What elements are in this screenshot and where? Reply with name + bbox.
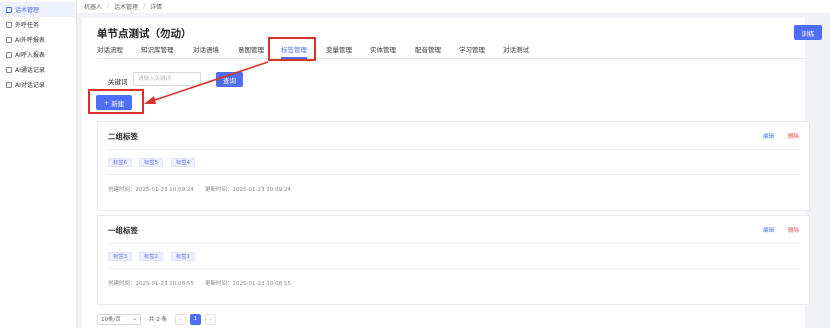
sidebar-item-script-management[interactable]: 话术管理 bbox=[0, 2, 76, 17]
prev-page-button[interactable]: ‹ bbox=[175, 313, 186, 325]
tag-chip: 标签1 bbox=[171, 252, 195, 261]
page-size-value: 10条/页 bbox=[101, 317, 121, 323]
sidebar-item-call-records[interactable]: AI通话记录 bbox=[0, 62, 76, 77]
document-icon bbox=[6, 21, 12, 28]
divider bbox=[107, 243, 800, 244]
edit-link[interactable]: 编辑 bbox=[763, 226, 774, 234]
chevron-down-icon: ⌄ bbox=[132, 316, 137, 322]
breadcrumb-separator: / bbox=[107, 3, 110, 10]
tag-group-card: 一组标签 编辑 删除 标签3 标签2 标签1 创建时间：2025-01-23 1… bbox=[97, 215, 810, 305]
tab-learning-management[interactable]: 学习管理 bbox=[459, 44, 485, 54]
tab-bar: 对话流程 知识库管理 对话语境 意图管理 标签管理 变量管理 实体管理 配音管理… bbox=[97, 41, 805, 59]
tag-chip: 标签3 bbox=[108, 252, 132, 261]
keyword-label: 关键词 bbox=[108, 78, 128, 86]
tab-dialog-test[interactable]: 对话测试 bbox=[503, 44, 529, 54]
page-title: 单节点测试（勿动） bbox=[97, 28, 192, 40]
train-button[interactable]: 训练 bbox=[794, 25, 822, 40]
tab-dialog-flow[interactable]: 对话流程 bbox=[97, 44, 123, 54]
created-time: 创建时间：2025-01-23 10:09:24 bbox=[108, 187, 194, 193]
tab-highlight-box bbox=[268, 37, 316, 61]
sidebar-item-outbound-task[interactable]: 外呼任务 bbox=[0, 17, 76, 32]
tag-group-card: 二组标签 编辑 删除 标签6 标签5 标签4 创建时间：2025-01-23 1… bbox=[97, 121, 810, 211]
delete-link[interactable]: 删除 bbox=[788, 132, 799, 140]
new-button[interactable]: + 新建 bbox=[96, 95, 132, 110]
created-time: 创建时间：2025-01-23 10:08:55 bbox=[108, 281, 194, 287]
document-icon bbox=[6, 6, 12, 13]
divider bbox=[107, 174, 800, 175]
breadcrumb: 机器人 / 话术管理 / 详情 bbox=[77, 0, 830, 14]
tag-group-title: 二组标签 bbox=[108, 132, 138, 141]
sidebar-item-dialog-records[interactable]: AI对话记录 bbox=[0, 77, 76, 92]
document-icon bbox=[6, 51, 12, 58]
document-icon bbox=[6, 36, 12, 43]
current-page[interactable]: 1 bbox=[190, 313, 201, 325]
pagination: 10条/页 ⌄ 共 2 条 ‹ 1 › bbox=[97, 313, 216, 325]
sidebar: 话术管理 外呼任务 AI外呼报表 AI呼入报表 AI通话记录 AI对话记录 bbox=[0, 0, 77, 328]
next-page-button[interactable]: › bbox=[205, 313, 216, 325]
total-count: 共 2 条 bbox=[149, 317, 167, 323]
tab-variable-management[interactable]: 变量管理 bbox=[326, 44, 352, 54]
page-size-select[interactable]: 10条/页 ⌄ bbox=[97, 313, 141, 325]
tag-chip: 标签6 bbox=[108, 158, 132, 167]
new-button-label: 新建 bbox=[111, 99, 125, 108]
delete-link[interactable]: 删除 bbox=[788, 226, 799, 234]
plus-icon: + bbox=[103, 98, 110, 107]
updated-time: 更新时间：2025-01-23 10:09:24 bbox=[205, 187, 291, 193]
tag-chip: 标签4 bbox=[171, 158, 195, 167]
query-button[interactable]: 查询 bbox=[216, 72, 243, 87]
breadcrumb-item[interactable]: 机器人 bbox=[84, 2, 102, 11]
tag-chip: 标签2 bbox=[139, 252, 163, 261]
tab-entity-management[interactable]: 实体管理 bbox=[370, 44, 396, 54]
updated-time: 更新时间：2025-01-23 10:08:55 bbox=[205, 281, 291, 287]
keyword-input[interactable] bbox=[133, 72, 201, 86]
breadcrumb-item[interactable]: 话术管理 bbox=[114, 2, 138, 11]
tab-knowledge-base[interactable]: 知识库管理 bbox=[141, 44, 174, 54]
sidebar-item-inbound-report[interactable]: AI呼入报表 bbox=[0, 47, 76, 62]
document-icon bbox=[6, 81, 12, 88]
edit-link[interactable]: 编辑 bbox=[763, 132, 774, 140]
document-icon bbox=[6, 66, 12, 73]
sidebar-item-outbound-report[interactable]: AI外呼报表 bbox=[0, 32, 76, 47]
tag-group-title: 一组标签 bbox=[108, 226, 138, 235]
tab-intent-management[interactable]: 意图管理 bbox=[238, 44, 264, 54]
tab-voice-management[interactable]: 配音管理 bbox=[415, 44, 441, 54]
divider bbox=[107, 268, 800, 269]
tab-dialog-context[interactable]: 对话语境 bbox=[193, 44, 219, 54]
breadcrumb-item: 详情 bbox=[150, 4, 163, 11]
breadcrumb-separator: / bbox=[143, 3, 146, 10]
divider bbox=[107, 149, 800, 150]
tag-chip: 标签5 bbox=[139, 158, 163, 167]
